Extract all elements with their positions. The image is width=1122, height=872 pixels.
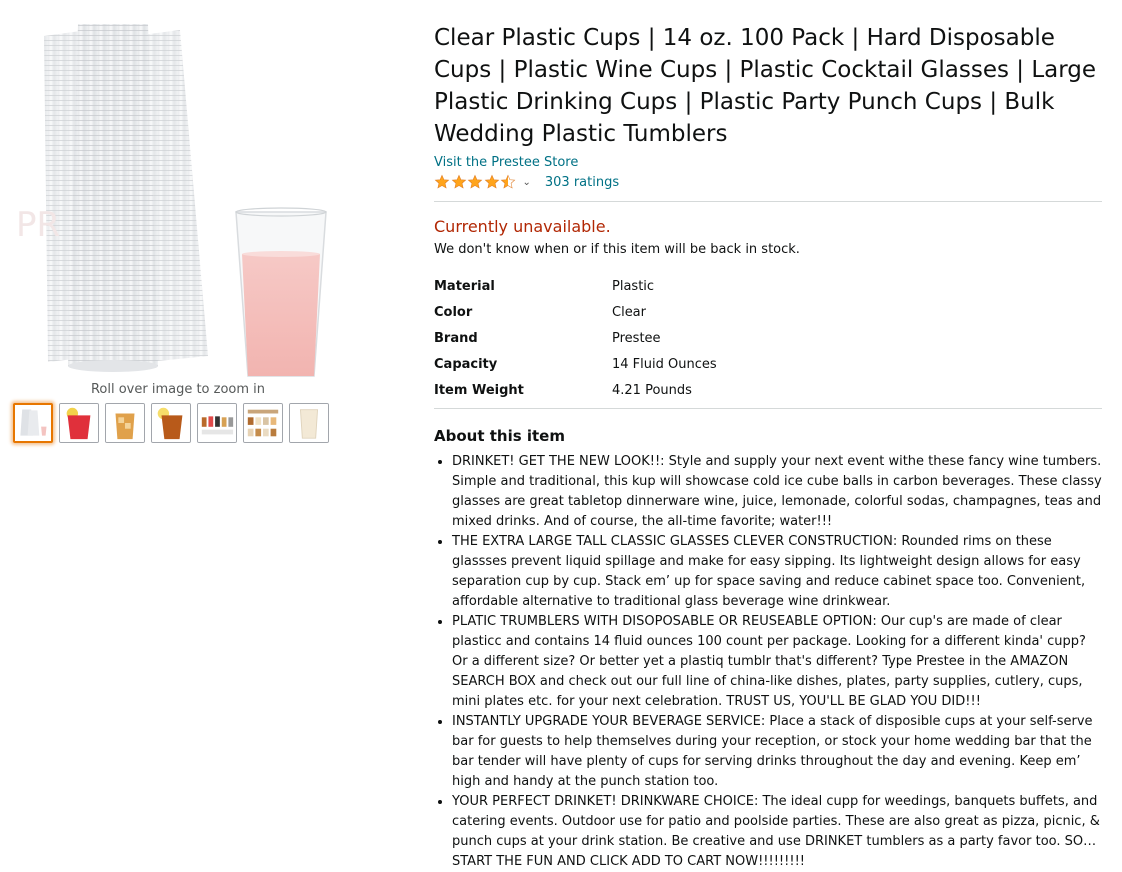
bullet-item: DRINKET! GET THE NEW LOOK!!: Style and s… <box>452 452 1102 532</box>
divider <box>434 201 1102 202</box>
spec-key: Color <box>434 304 473 320</box>
visit-store-link[interactable]: Visit the Prestee Store <box>434 154 1102 172</box>
spec-row: Item Weight 4.21 Pounds <box>434 377 717 403</box>
bullet-item: YOUR PERFECT DRINKET! DRINKWARE CHOICE: … <box>452 792 1102 872</box>
thumbnail-red-drink-cup[interactable] <box>59 403 99 443</box>
about-bullets: DRINKET! GET THE NEW LOOK!!: Style and s… <box>434 452 1102 872</box>
thumbnail-strip <box>13 403 329 443</box>
ratings-count-link[interactable]: 303 ratings <box>545 175 619 190</box>
spec-value: Clear <box>612 304 646 320</box>
bullet-item: PLATIC TRUMBLERS WITH DISOPOSABLE OR REU… <box>452 612 1102 712</box>
main-product-image[interactable]: PR <box>8 16 348 382</box>
zoom-hint: Roll over image to zoom in <box>90 382 266 397</box>
availability-note: We don't know when or if this item will … <box>434 242 800 257</box>
divider <box>434 408 1102 409</box>
chevron-down-icon[interactable]: ⌄ <box>523 177 531 188</box>
spec-row: Material Plastic <box>434 273 717 299</box>
ratings-row: ⌄ 303 ratings <box>434 172 1102 192</box>
svg-text:PR: PR <box>16 205 60 245</box>
spec-value: 4.21 Pounds <box>612 382 692 398</box>
spec-row: Capacity 14 Fluid Ounces <box>434 351 717 377</box>
cups-stack-image: PR <box>16 24 327 377</box>
star-full-icon <box>484 174 499 189</box>
thumbnail-single-clear-cup[interactable] <box>289 403 329 443</box>
bullet-item: THE EXTRA LARGE TALL CLASSIC GLASSES CLE… <box>452 532 1102 612</box>
spec-value: Plastic <box>612 278 655 294</box>
star-full-icon <box>467 174 483 189</box>
spec-row: Color Clear <box>434 299 717 325</box>
product-detail: Clear Plastic Cups | 14 oz. 100 Pack | H… <box>434 22 1102 872</box>
product-specs-table: Material Plastic Color Clear Brand Prestee … <box>434 273 717 403</box>
thumbnail-stack-of-cups[interactable] <box>13 403 53 443</box>
thumbnail-iced-tea-lemon-cup[interactable] <box>151 403 191 443</box>
spec-key: Brand <box>434 330 478 346</box>
spec-key: Material <box>434 278 495 294</box>
thumbnail-iced-tea-cup[interactable] <box>105 403 145 443</box>
spec-key: Capacity <box>434 356 498 372</box>
star-rating[interactable] <box>434 174 517 190</box>
spec-value: 14 Fluid Ounces <box>612 356 717 372</box>
star-full-icon <box>451 174 466 189</box>
spec-value: Prestee <box>612 330 661 346</box>
availability-status: Currently unavailable. <box>434 217 611 236</box>
product-title: Clear Plastic Cups | 14 oz. 100 Pack | H… <box>434 25 1097 147</box>
thumbnail-size-chart[interactable] <box>197 403 237 443</box>
spec-key: Item Weight <box>434 382 524 398</box>
bullet-item: INSTANTLY UPGRADE YOUR BEVERAGE SERVICE:… <box>452 712 1102 792</box>
spec-row: Brand Prestee <box>434 325 717 351</box>
star-half-icon <box>500 174 516 189</box>
about-heading: About this item <box>434 427 565 445</box>
star-full-icon <box>434 174 450 189</box>
thumbnail-cups-comparison-chart[interactable] <box>243 403 283 443</box>
